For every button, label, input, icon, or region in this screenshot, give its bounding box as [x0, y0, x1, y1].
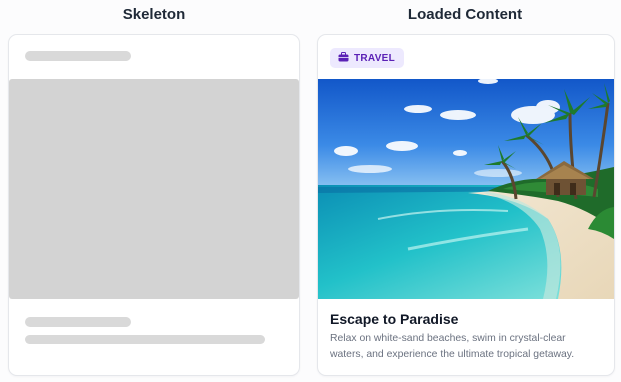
category-badge: TRAVEL	[330, 48, 405, 68]
skeleton-column-title: Skeleton	[122, 6, 186, 23]
briefcase-icon	[338, 51, 349, 65]
skeleton-badge-placeholder	[25, 51, 131, 61]
card-image	[318, 79, 614, 299]
card-description: Relax on white-sand beaches, swim in cry…	[330, 333, 575, 360]
skeleton-card	[8, 34, 300, 376]
content-card[interactable]: TRAVEL Escape to Paradise Relax on white…	[317, 34, 615, 376]
category-badge-label: TRAVEL	[354, 52, 396, 64]
skeleton-image-placeholder	[9, 79, 299, 299]
card-title: Escape to Paradise	[330, 311, 459, 327]
loaded-column-title: Loaded Content	[407, 6, 523, 23]
skeleton-title-placeholder	[25, 317, 131, 327]
skeleton-text-placeholder	[25, 335, 265, 344]
